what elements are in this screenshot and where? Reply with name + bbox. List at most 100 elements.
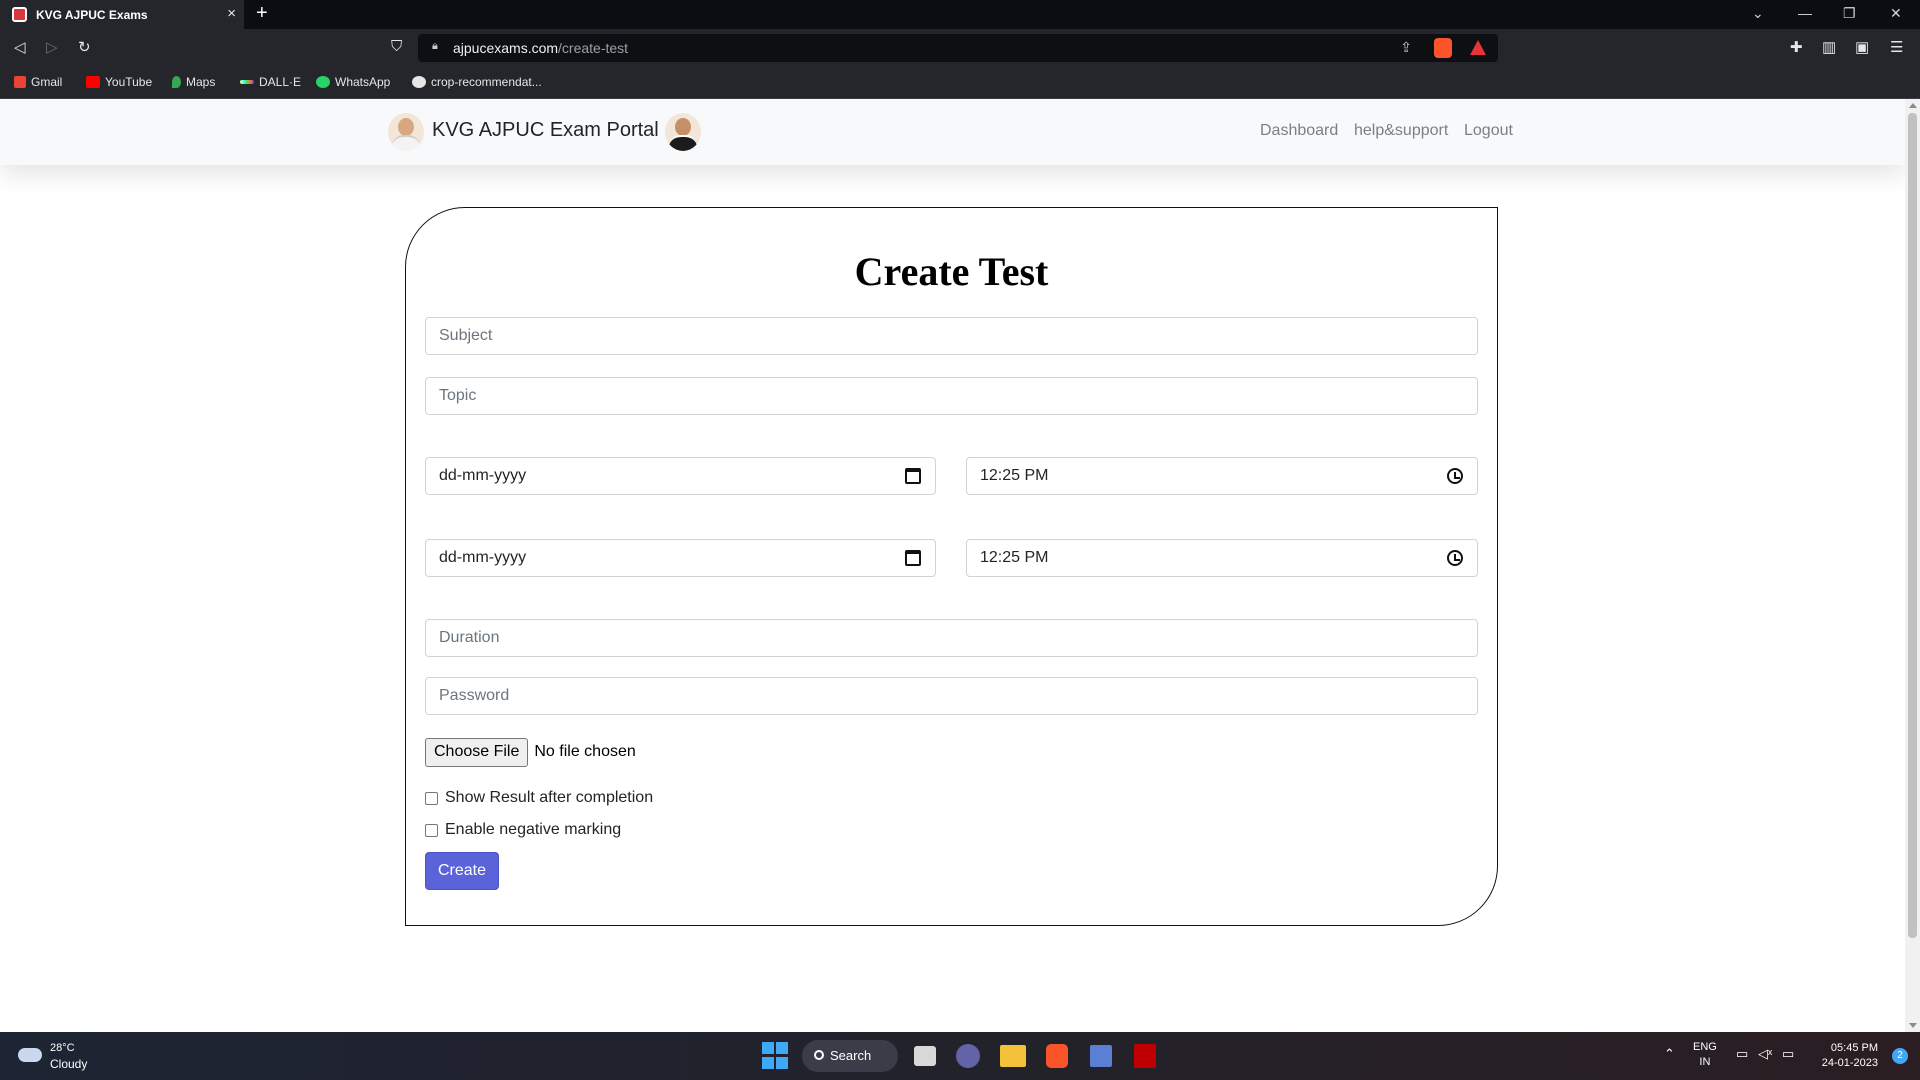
windows-start-icon[interactable]: [762, 1042, 790, 1070]
reload-icon[interactable]: ↻: [78, 38, 91, 56]
bookmark-label: crop-recommendat...: [431, 75, 542, 89]
filezilla-icon[interactable]: [1134, 1044, 1156, 1068]
bookmark-github[interactable]: crop-recommendat...: [412, 75, 542, 89]
negative-marking-label[interactable]: Enable negative marking: [445, 821, 621, 839]
forward-arrow-icon[interactable]: ▷: [46, 38, 58, 56]
lock-icon: 🔒︎: [432, 40, 438, 52]
nav-help-support[interactable]: help&support: [1354, 122, 1448, 140]
taskbar-clock[interactable]: 05:45 PM 24-01-2023: [1822, 1041, 1878, 1071]
bookmark-label: DALL·E: [259, 75, 302, 89]
back-arrow-icon[interactable]: ◁: [14, 38, 26, 56]
brave-browser-icon[interactable]: [1046, 1044, 1068, 1068]
tab-search-chevron-icon[interactable]: ⌄: [1752, 5, 1764, 22]
bookmark-label: YouTube: [105, 75, 153, 89]
show-result-label[interactable]: Show Result after completion: [445, 789, 653, 807]
volume-muted-icon[interactable]: ◁ˣ: [1758, 1046, 1772, 1061]
taskbar-search[interactable]: Search: [802, 1040, 898, 1072]
github-icon: [412, 76, 426, 88]
minimize-icon[interactable]: —: [1798, 5, 1812, 21]
url-text[interactable]: ajpucexams.com/create-test: [453, 40, 628, 56]
end-time-input[interactable]: 12:25 PM: [966, 539, 1478, 577]
youtube-icon: [86, 76, 100, 88]
battery-icon[interactable]: ▭: [1782, 1046, 1794, 1061]
window-close-icon[interactable]: ✕: [1890, 5, 1902, 22]
taskbar-search-label: Search: [830, 1048, 872, 1063]
teams-chat-icon[interactable]: [956, 1044, 980, 1068]
restore-icon[interactable]: ❐: [1843, 5, 1856, 22]
tray-overflow-icon[interactable]: ⌃: [1664, 1046, 1675, 1061]
start-time-input[interactable]: 12:25 PM: [966, 457, 1478, 495]
negative-marking-checkbox[interactable]: [425, 823, 438, 837]
url-path: /create-test: [558, 40, 629, 56]
whatsapp-icon: [316, 76, 330, 88]
bookmark-youtube[interactable]: YouTube: [86, 75, 152, 89]
start-date-value: dd-mm-yyyy: [439, 467, 527, 484]
calendar-icon[interactable]: [905, 550, 921, 566]
start-date-input[interactable]: dd-mm-yyyy: [425, 457, 936, 495]
page-title: Create Test: [854, 249, 1049, 294]
clock-date: 24-01-2023: [1821, 1057, 1878, 1069]
clock-icon[interactable]: [1447, 550, 1463, 566]
notification-badge[interactable]: 2: [1892, 1048, 1908, 1064]
brand-logo-right: [665, 113, 701, 151]
sidebar-icon[interactable]: ▥: [1822, 38, 1836, 56]
bookmark-dalle[interactable]: DALL·E: [240, 75, 301, 89]
bookmark-icon[interactable]: ⛉: [391, 38, 402, 55]
bookmark-label: WhatsApp: [335, 75, 391, 89]
clock-time: 05:45 PM: [1830, 1042, 1878, 1054]
url-host: ajpucexams.com: [453, 40, 559, 56]
end-time-value: 12:25 PM: [980, 549, 1049, 566]
address-bar[interactable]: 🔒︎ ajpucexams.com/create-test ⇪: [418, 34, 1498, 62]
cloud-icon: [18, 1048, 42, 1062]
file-upload: Choose File No file chosen: [425, 737, 636, 767]
brave-rewards-icon[interactable]: [1470, 40, 1486, 55]
file-explorer-icon[interactable]: [1000, 1045, 1026, 1067]
nav-dashboard[interactable]: Dashboard: [1260, 122, 1338, 140]
language-code: ENG: [1693, 1041, 1717, 1053]
clock-icon[interactable]: [1447, 468, 1463, 484]
bookmark-whatsapp[interactable]: WhatsApp: [316, 75, 390, 89]
brave-shields-icon[interactable]: [1434, 38, 1452, 58]
browser-toolbar: ◁ ▷ ↻ ⛉ 🔒︎ ajpucexams.com/create-test ⇪ …: [0, 29, 1920, 67]
bookmarks-bar: Gmail YouTube Maps DALL·E WhatsApp crop-…: [0, 67, 1920, 99]
region-code: IN: [1699, 1056, 1711, 1068]
network-icon[interactable]: ▭: [1736, 1046, 1748, 1061]
topic-input[interactable]: Topic: [425, 377, 1478, 415]
scroll-thumb[interactable]: [1908, 113, 1917, 938]
choose-file-button[interactable]: Choose File: [425, 737, 529, 767]
bookmark-gmail[interactable]: Gmail: [14, 75, 62, 89]
create-button[interactable]: Create: [425, 852, 499, 890]
wallet-icon[interactable]: ▣: [1855, 38, 1869, 56]
tab-close-icon[interactable]: ×: [227, 5, 236, 22]
duration-input[interactable]: Duration: [425, 619, 1478, 657]
password-input[interactable]: Password: [425, 677, 1478, 715]
brand-title[interactable]: KVG AJPUC Exam Portal: [432, 119, 659, 142]
maps-pin-icon: [172, 76, 181, 88]
site-navbar: KVG AJPUC Exam Portal Dashboard help&sup…: [0, 99, 1905, 165]
page-scrollbar[interactable]: [1905, 99, 1920, 1032]
network-app-icon[interactable]: [1090, 1045, 1112, 1067]
browser-tab-active[interactable]: KVG AJPUC Exams ×: [0, 0, 244, 29]
new-tab-button[interactable]: +: [256, 2, 268, 25]
end-date-input[interactable]: dd-mm-yyyy: [425, 539, 936, 577]
extensions-icon[interactable]: ✚: [1790, 38, 1803, 56]
subject-input[interactable]: Subject: [425, 317, 1478, 355]
share-icon[interactable]: ⇪: [1400, 39, 1412, 56]
task-view-icon[interactable]: [914, 1046, 936, 1066]
bookmark-maps[interactable]: Maps: [172, 75, 215, 89]
menu-icon[interactable]: ☰: [1890, 38, 1903, 56]
weather-temperature: 28°C: [50, 1042, 75, 1054]
browser-tab-bar: KVG AJPUC Exams × + ⌄ — ❐ ✕: [0, 0, 1920, 29]
bookmark-label: Gmail: [31, 75, 63, 89]
scroll-down-icon[interactable]: [1909, 1023, 1917, 1028]
site-favicon-icon: [12, 7, 27, 22]
calendar-icon[interactable]: [905, 468, 921, 484]
weather-condition: Cloudy: [50, 1057, 88, 1071]
show-result-checkbox[interactable]: [425, 791, 438, 805]
language-indicator[interactable]: ENG IN: [1693, 1040, 1717, 1070]
show-result-option: Show Result after completion: [425, 789, 653, 807]
scroll-up-icon[interactable]: [1909, 103, 1917, 108]
bookmark-label: Maps: [186, 75, 216, 89]
nav-logout[interactable]: Logout: [1464, 122, 1513, 140]
start-time-value: 12:25 PM: [980, 467, 1049, 484]
